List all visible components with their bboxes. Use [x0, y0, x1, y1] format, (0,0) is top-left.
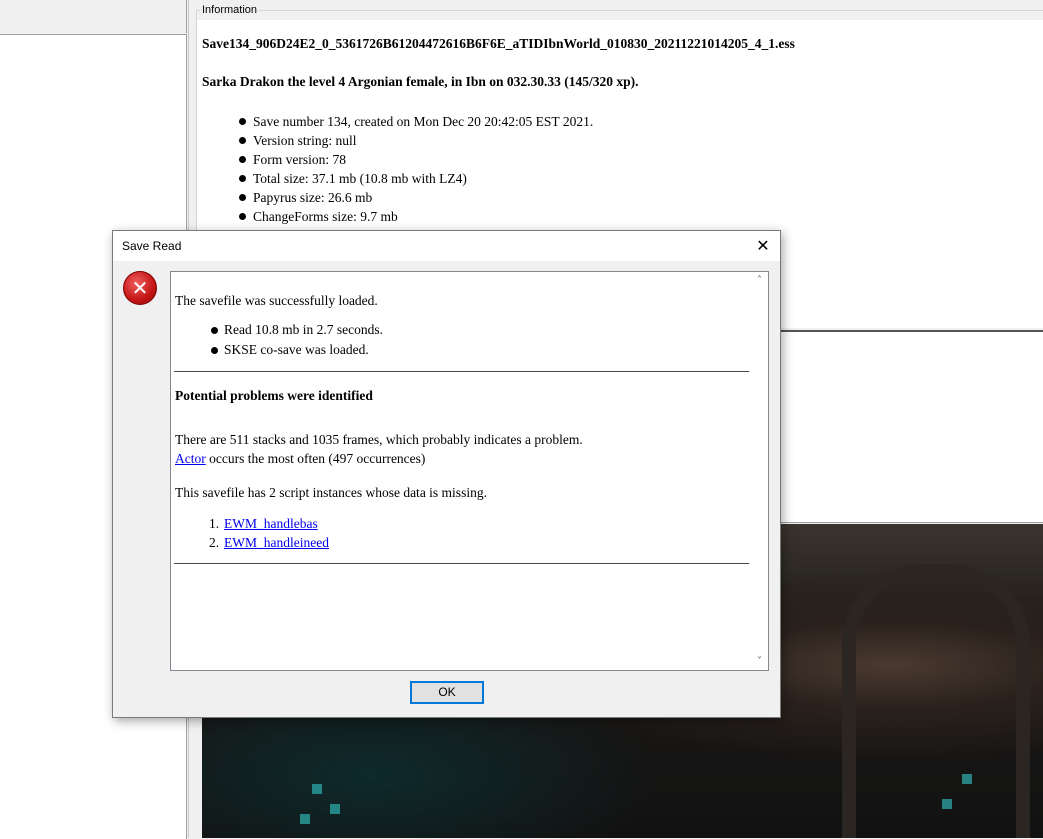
- save-filename: Save134_906D24E2_0_5361726B61204472616B6…: [202, 36, 795, 51]
- actor-message: Actor occurs the most often (497 occurre…: [175, 451, 426, 466]
- divider: [174, 563, 749, 564]
- list-item: Save number 134, created on Mon Dec 20 2…: [239, 112, 593, 131]
- close-icon[interactable]: ✕: [752, 235, 774, 257]
- screenshot-glow-shape: [942, 799, 952, 809]
- information-legend: Information: [200, 4, 260, 16]
- screenshot-glow-shape: [330, 804, 340, 814]
- screenshot-arch-shape: [842, 564, 1030, 838]
- error-icon: ✕: [123, 271, 157, 305]
- bullet-icon: [239, 175, 246, 182]
- bullet-icon: [239, 118, 246, 125]
- screenshot-glow-shape: [962, 774, 972, 784]
- vertical-scrollbar[interactable]: ˄ ˅: [751, 272, 768, 670]
- script-link[interactable]: EWM_handlebas: [224, 516, 318, 531]
- load-details-list: Read 10.8 mb in 2.7 seconds. SKSE co-sav…: [211, 320, 383, 360]
- ok-button[interactable]: OK: [410, 681, 484, 704]
- character-summary: Sarka Drakon the level 4 Argonian female…: [202, 74, 639, 89]
- dialog-titlebar[interactable]: Save Read ✕: [113, 231, 780, 261]
- message-box: The savefile was successfully loaded. Re…: [170, 271, 769, 671]
- screenshot-glow-shape: [312, 784, 322, 794]
- loaded-message: The savefile was successfully loaded.: [175, 293, 378, 308]
- stacks-message: There are 511 stacks and 1035 frames, wh…: [175, 432, 583, 447]
- bullet-icon: [211, 347, 218, 354]
- secondary-panel: [779, 332, 1043, 523]
- problems-heading: Potential problems were identified: [175, 388, 373, 403]
- bullet-icon: [239, 156, 246, 163]
- save-read-dialog: Save Read ✕ ✕ The savefile was successfu…: [112, 230, 781, 718]
- dialog-title: Save Read: [122, 239, 182, 253]
- script-link[interactable]: EWM_handleineed: [224, 535, 329, 550]
- list-item: Papyrus size: 26.6 mb: [239, 188, 593, 207]
- list-item: Form version: 78: [239, 150, 593, 169]
- left-toolbar: [0, 0, 187, 33]
- bullet-icon: [239, 213, 246, 220]
- bullet-icon: [211, 327, 218, 334]
- list-item: SKSE co-save was loaded.: [211, 340, 383, 360]
- list-item: ChangeForms size: 9.7 mb: [239, 207, 593, 226]
- list-item: Read 10.8 mb in 2.7 seconds.: [211, 320, 383, 340]
- divider: [174, 371, 749, 372]
- save-details-list: Save number 134, created on Mon Dec 20 2…: [239, 112, 593, 226]
- bullet-icon: [239, 137, 246, 144]
- list-item: 1. EWM_handlebas: [209, 516, 318, 531]
- missing-message: This savefile has 2 script instances who…: [175, 485, 487, 500]
- actor-link[interactable]: Actor: [175, 451, 206, 466]
- missing-scripts-list: 1. EWM_handlebas 2. EWM_handleineed: [209, 514, 329, 552]
- message-content: The savefile was successfully loaded. Re…: [171, 272, 751, 670]
- list-item: 2. EWM_handleineed: [209, 535, 329, 550]
- scroll-up-icon[interactable]: ˄: [751, 272, 768, 289]
- scroll-down-icon[interactable]: ˅: [751, 653, 768, 670]
- screenshot-glow-shape: [300, 814, 310, 824]
- bullet-icon: [239, 194, 246, 201]
- list-item: Version string: null: [239, 131, 593, 150]
- list-item: Total size: 37.1 mb (10.8 mb with LZ4): [239, 169, 593, 188]
